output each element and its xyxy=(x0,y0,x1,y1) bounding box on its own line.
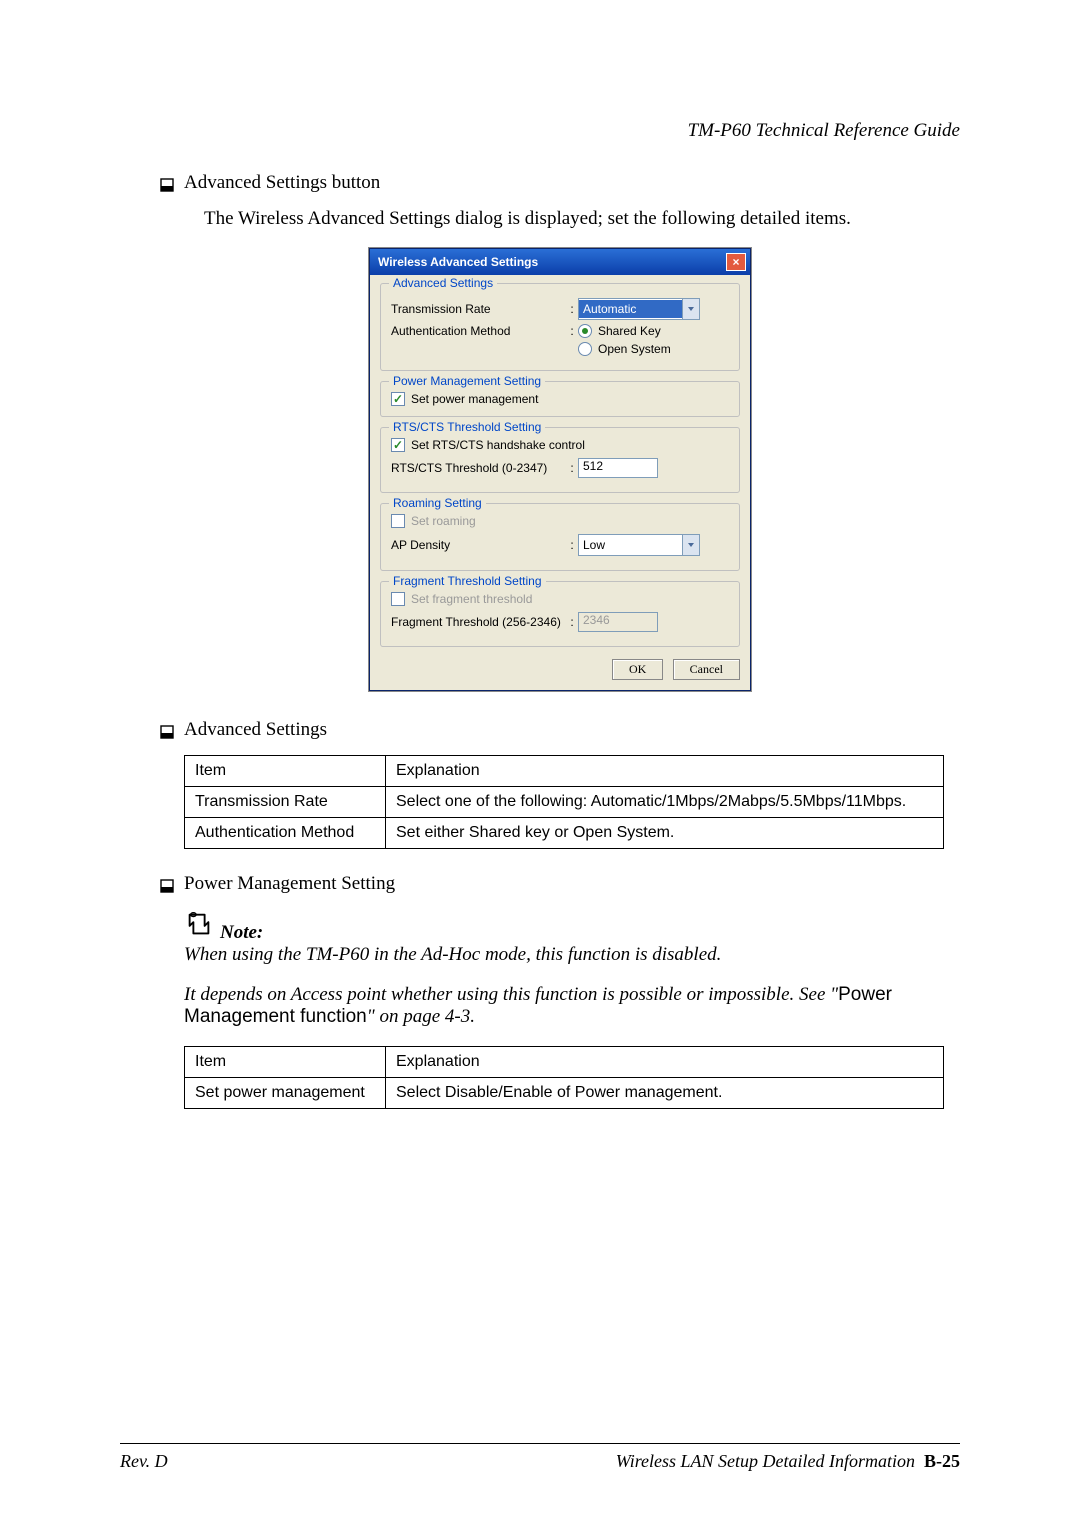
bullet-label: Advanced Settings xyxy=(184,719,327,741)
table-row: Authentication Method Set either Shared … xyxy=(185,818,944,849)
radio-shared-key[interactable]: Shared Key xyxy=(578,324,661,338)
cell-explanation: Select Disable/Enable of Power managemen… xyxy=(386,1078,944,1109)
bullet-label: Advanced Settings button xyxy=(184,172,380,194)
select-value: Low xyxy=(579,536,682,554)
wireless-advanced-settings-dialog: Wireless Advanced Settings × Advanced Se… xyxy=(369,248,751,691)
bullet-power-management: Power Management Setting xyxy=(160,873,960,899)
note2-pre: It depends on Access point whether using… xyxy=(184,984,838,1005)
group-advanced-settings: Advanced Settings Transmission Rate : Au… xyxy=(380,283,740,371)
note-body-1: When using the TM-P60 in the Ad-Hoc mode… xyxy=(184,944,960,966)
header-item: Item xyxy=(185,756,386,787)
radio-label: Open System xyxy=(598,342,671,356)
note2-post: " on page 4-3. xyxy=(367,1006,475,1027)
cell-explanation: Select one of the following: Automatic/1… xyxy=(386,787,944,818)
note-header: Note: xyxy=(184,909,960,944)
power-management-table: Item Explanation Set power management Se… xyxy=(184,1046,944,1109)
table-row: Transmission Rate Select one of the foll… xyxy=(185,787,944,818)
dialog-titlebar: Wireless Advanced Settings × xyxy=(370,249,750,275)
chevron-down-icon xyxy=(682,299,699,319)
note-label: Note: xyxy=(220,922,263,944)
advanced-settings-table: Item Explanation Transmission Rate Selec… xyxy=(184,755,944,849)
checkbox-label: Set RTS/CTS handshake control xyxy=(411,438,585,452)
cell-explanation: Set either Shared key or Open System. xyxy=(386,818,944,849)
bullet-icon xyxy=(160,719,174,745)
rts-threshold-label: RTS/CTS Threshold (0-2347) xyxy=(391,461,566,475)
ok-button[interactable]: OK xyxy=(612,659,663,680)
bullet-advanced-button: Advanced Settings button xyxy=(160,172,960,198)
header-item: Item xyxy=(185,1047,386,1078)
group-fragment: Fragment Threshold Setting Set fragment … xyxy=(380,581,740,647)
group-title: Advanced Settings xyxy=(389,276,497,290)
transmission-rate-select[interactable]: Automatic xyxy=(578,298,700,320)
auth-method-label: Authentication Method xyxy=(391,324,566,338)
rts-threshold-input[interactable]: 512 xyxy=(578,458,658,478)
section1-desc: The Wireless Advanced Settings dialog is… xyxy=(204,208,960,230)
checkbox-label: Set fragment threshold xyxy=(411,592,532,606)
checkbox-set-power-management[interactable]: ✓ Set power management xyxy=(391,392,729,406)
page-footer: Rev. D Wireless LAN Setup Detailed Infor… xyxy=(120,1451,960,1472)
footer-rule xyxy=(120,1443,960,1444)
transmission-rate-label: Transmission Rate xyxy=(391,302,566,316)
header-explanation: Explanation xyxy=(386,756,944,787)
note-body-2: It depends on Access point whether using… xyxy=(184,984,960,1028)
close-button[interactable]: × xyxy=(726,253,746,271)
header-explanation: Explanation xyxy=(386,1047,944,1078)
checkbox-set-roaming[interactable]: Set roaming xyxy=(391,514,729,528)
fragment-threshold-label: Fragment Threshold (256-2346) xyxy=(391,615,566,629)
checkbox-set-rts-cts[interactable]: ✓ Set RTS/CTS handshake control xyxy=(391,438,729,452)
bullet-icon xyxy=(160,172,174,198)
fragment-threshold-input[interactable]: 2346 xyxy=(578,612,658,632)
checkbox-set-fragment[interactable]: Set fragment threshold xyxy=(391,592,729,606)
dialog-title: Wireless Advanced Settings xyxy=(378,255,538,269)
group-roaming: Roaming Setting Set roaming AP Density :… xyxy=(380,503,740,571)
ap-density-select[interactable]: Low xyxy=(578,534,700,556)
table-header-row: Item Explanation xyxy=(185,756,944,787)
chevron-down-icon xyxy=(682,535,699,555)
cancel-button[interactable]: Cancel xyxy=(673,659,740,680)
radio-label: Shared Key xyxy=(598,324,661,338)
bullet-label: Power Management Setting xyxy=(184,873,395,895)
checkbox-label: Set power management xyxy=(411,392,538,406)
footer-section: Wireless LAN Setup Detailed Information xyxy=(616,1451,915,1471)
bullet-advanced-settings: Advanced Settings xyxy=(160,719,960,745)
group-title: Fragment Threshold Setting xyxy=(389,574,546,588)
note-icon xyxy=(184,909,214,944)
table-header-row: Item Explanation xyxy=(185,1047,944,1078)
bullet-icon xyxy=(160,873,174,899)
radio-open-system[interactable]: Open System xyxy=(578,342,671,356)
select-value: Automatic xyxy=(579,300,682,318)
checkbox-label: Set roaming xyxy=(411,514,476,528)
table-row: Set power management Select Disable/Enab… xyxy=(185,1078,944,1109)
group-title: Roaming Setting xyxy=(389,496,486,510)
document-title: TM-P60 Technical Reference Guide xyxy=(160,120,960,142)
cell-item: Transmission Rate xyxy=(185,787,386,818)
cell-item: Set power management xyxy=(185,1078,386,1109)
group-power-management: Power Management Setting ✓ Set power man… xyxy=(380,381,740,417)
group-title: RTS/CTS Threshold Setting xyxy=(389,420,545,434)
group-title: Power Management Setting xyxy=(389,374,545,388)
footer-page: B-25 xyxy=(924,1451,960,1471)
footer-rev: Rev. D xyxy=(120,1451,168,1472)
group-rts-cts: RTS/CTS Threshold Setting ✓ Set RTS/CTS … xyxy=(380,427,740,493)
ap-density-label: AP Density xyxy=(391,538,566,552)
cell-item: Authentication Method xyxy=(185,818,386,849)
